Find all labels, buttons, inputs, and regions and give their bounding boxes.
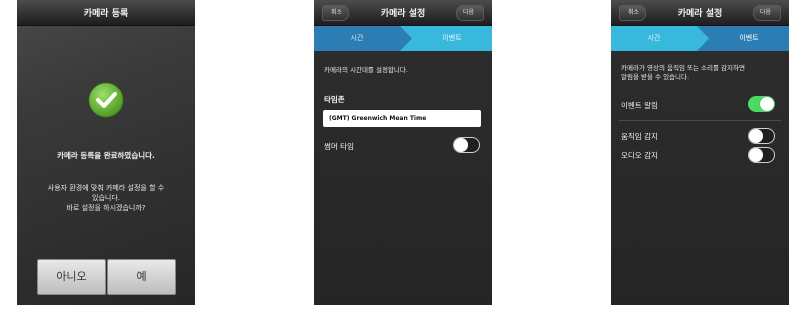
audio-detection-toggle[interactable] [748, 147, 775, 163]
motion-detection-toggle[interactable] [748, 128, 775, 144]
toggle-knob [749, 148, 763, 162]
intro-line: 카메라가 영상의 움직임 또는 소리를 감지하면 [621, 64, 745, 72]
motion-detection-label: 움직임 감지 [621, 132, 658, 141]
screen-title: 카메라 등록 [83, 9, 129, 19]
step-tabs: 시간 이벤트 [314, 26, 492, 51]
toggle-knob [749, 129, 763, 143]
prompt-line: 사용자 환경에 맞춰 카메라 설정을 할 수 [47, 184, 165, 192]
divider [619, 120, 781, 121]
camera-settings-event-screen: 취소 카메라 설정 다음 시간 이벤트 카메라가 영상의 움직임 또는 소리를 … [611, 0, 789, 305]
no-button[interactable]: 아니오 [37, 259, 106, 295]
yes-button[interactable]: 예 [107, 259, 176, 295]
camera-registration-screen: 카메라 등록 카메라 등록을 완료하였습니다. 사용자 환경에 맞춰 카메라 설… [17, 0, 195, 305]
title-bar: 취소 카메라 설정 다음 [611, 0, 789, 26]
timezone-select[interactable]: (GMT) Greenwich Mean Time [323, 110, 481, 127]
next-button[interactable]: 다음 [455, 5, 484, 21]
intro-line: 알림을 받을 수 있습니다. [621, 73, 690, 81]
step-tabs: 시간 이벤트 [611, 26, 789, 51]
timezone-intro-text: 카메라의 시간대를 설정합니다. [324, 66, 408, 74]
prompt-line: 바로 설정을 하시겠습니까? [66, 204, 146, 212]
audio-detection-label: 오디오 감지 [621, 151, 658, 160]
tab-time[interactable]: 시간 [314, 26, 400, 51]
event-alarm-toggle[interactable] [748, 96, 775, 112]
title-bar: 카메라 등록 [17, 0, 195, 26]
summer-time-toggle[interactable] [453, 137, 480, 153]
event-alarm-label: 이벤트 알림 [621, 101, 658, 110]
title-bar: 취소 카메라 설정 다음 [314, 0, 492, 26]
summer-time-label: 썸머 타임 [324, 142, 354, 151]
toggle-knob [760, 97, 774, 111]
tab-time[interactable]: 시간 [611, 26, 697, 51]
prompt-line: 있습니다. [92, 194, 120, 202]
tab-event[interactable]: 이벤트 [412, 26, 492, 51]
tab-event[interactable]: 이벤트 [709, 26, 789, 51]
camera-settings-time-screen: 취소 카메라 설정 다음 시간 이벤트 카메라의 시간대를 설정합니다. 타임존… [314, 0, 492, 305]
toggle-knob [454, 138, 468, 152]
next-button[interactable]: 다음 [752, 5, 781, 21]
success-check-icon [88, 82, 124, 118]
registration-complete-message: 카메라 등록을 완료하였습니다. [57, 151, 155, 160]
event-intro-text: 카메라가 영상의 움직임 또는 소리를 감지하면 알림을 받을 수 있습니다. [621, 64, 745, 82]
timezone-label: 타임존 [324, 95, 345, 104]
setup-prompt-text: 사용자 환경에 맞춰 카메라 설정을 할 수 있습니다. 바로 설정을 하시겠습… [27, 183, 185, 213]
